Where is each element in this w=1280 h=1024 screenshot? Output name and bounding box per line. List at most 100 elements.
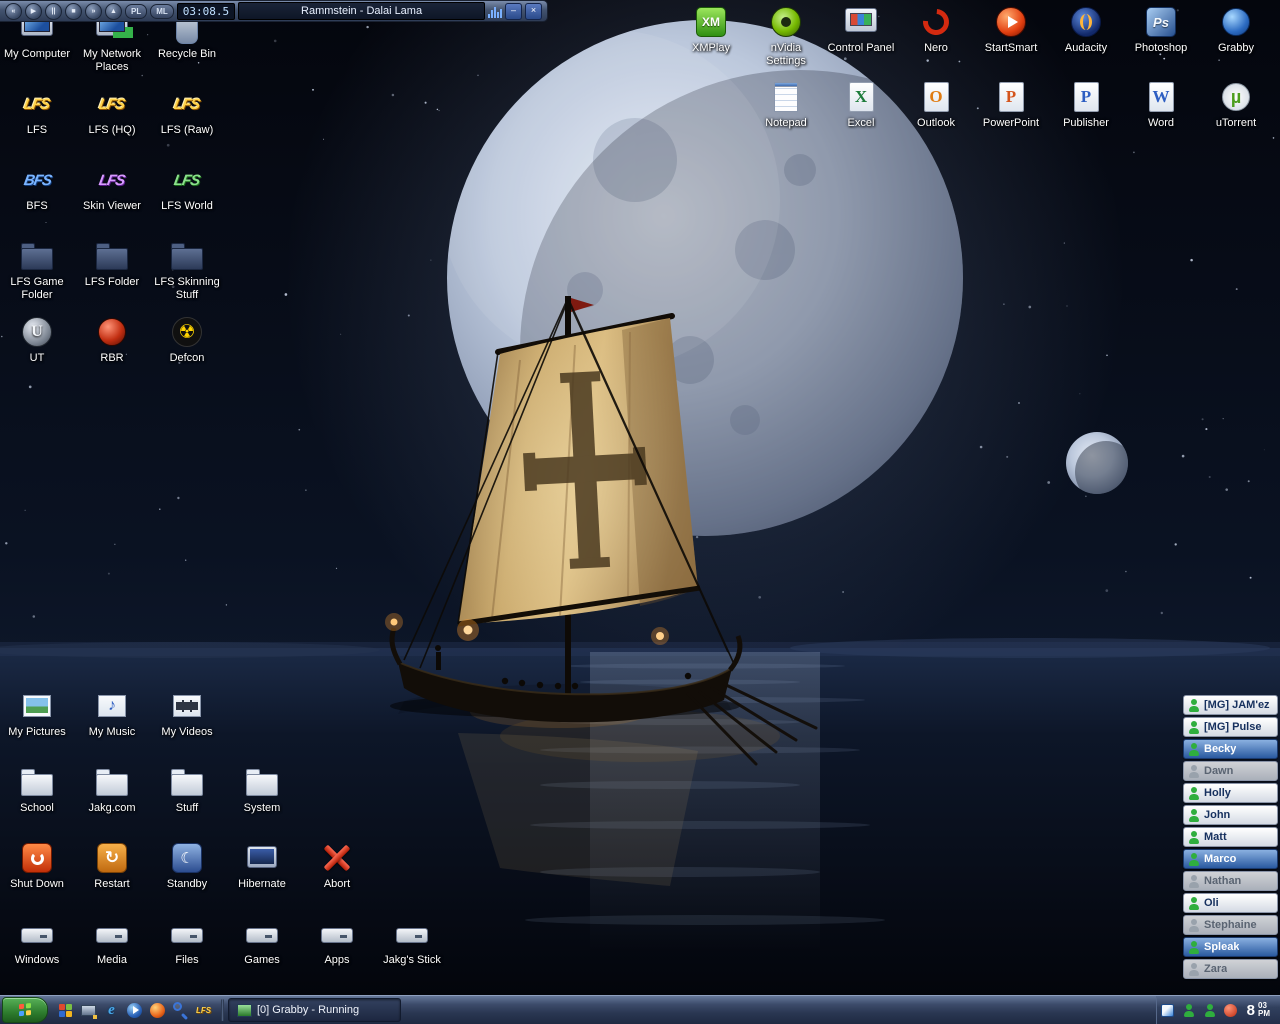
buddy-john[interactable]: John bbox=[1183, 805, 1278, 825]
buddy-mg-pulse[interactable]: [MG] Pulse bbox=[1183, 717, 1278, 737]
buddy-nathan[interactable]: Nathan bbox=[1183, 871, 1278, 891]
desktop-icon-windows[interactable]: Windows bbox=[1, 916, 73, 967]
desktop-icon-my-pictures[interactable]: My Pictures bbox=[1, 688, 73, 739]
desktop-icon-word[interactable]: W Word bbox=[1125, 79, 1197, 130]
desktop-icon-control-panel[interactable]: Control Panel bbox=[825, 4, 897, 55]
desktop-icon-media[interactable]: Media bbox=[76, 916, 148, 967]
next-button[interactable]: » bbox=[85, 2, 102, 20]
desktop-icon-powerpoint[interactable]: P PowerPoint bbox=[975, 79, 1047, 130]
desktop-icon-stuff[interactable]: Stuff bbox=[151, 764, 223, 815]
play-button[interactable]: ▶ bbox=[25, 2, 42, 20]
graphics-tray-icon[interactable] bbox=[1159, 1001, 1177, 1019]
buddy-becky[interactable]: Becky bbox=[1183, 739, 1278, 759]
previous-button[interactable]: « bbox=[5, 2, 22, 20]
track-title[interactable]: Rammstein - Dalai Lama bbox=[238, 2, 485, 20]
desktop-icon-utorrent[interactable]: µ uTorrent bbox=[1200, 79, 1272, 130]
buddy-spleak[interactable]: Spleak bbox=[1183, 937, 1278, 957]
desktop-icon-audacity[interactable]: Audacity bbox=[1050, 4, 1122, 55]
search-quicklaunch-icon[interactable] bbox=[170, 1000, 191, 1021]
desktop-icon-standby[interactable]: ☾ Standby bbox=[151, 840, 223, 891]
stop-button[interactable]: ■ bbox=[65, 2, 82, 20]
desktop-icon-skin-viewer[interactable]: LFS Skin Viewer bbox=[76, 162, 148, 213]
desktop-icon-jakg-s-stick[interactable]: Jakg's Stick bbox=[376, 916, 448, 967]
desktop-icon-files[interactable]: Files bbox=[151, 916, 223, 967]
desktop-icon-hibernate[interactable]: Hibernate bbox=[226, 840, 298, 891]
desktop-icon-restart[interactable]: ↻ Restart bbox=[76, 840, 148, 891]
grabby-icon bbox=[1218, 4, 1254, 40]
nero-icon bbox=[918, 4, 954, 40]
desktop-icon-outlook[interactable]: O Outlook bbox=[900, 79, 972, 130]
desktop-icon-defcon[interactable]: ☢ Defcon bbox=[151, 314, 223, 365]
desktop-icon-system[interactable]: System bbox=[226, 764, 298, 815]
desktop-icon-startsmart[interactable]: StartSmart bbox=[975, 4, 1047, 55]
icon-label: Control Panel bbox=[827, 42, 895, 54]
lfs-icon: LFS bbox=[94, 86, 130, 122]
desktop-icon-grabby[interactable]: Grabby bbox=[1200, 4, 1272, 55]
close-button[interactable]: × bbox=[525, 2, 542, 20]
minimize-button[interactable]: – bbox=[505, 2, 522, 20]
firefox-quicklaunch-icon[interactable] bbox=[147, 1000, 168, 1021]
desktop-icon-lfs-folder[interactable]: LFS Folder bbox=[76, 238, 148, 289]
desktop-icon-lfs-game-folder[interactable]: LFS Game Folder bbox=[1, 238, 73, 302]
desktop-icon-rbr[interactable]: RBR bbox=[76, 314, 148, 365]
alert-tray-icon[interactable] bbox=[1222, 1001, 1240, 1019]
desktop-icon-photoshop[interactable]: Ps Photoshop bbox=[1125, 4, 1197, 55]
desktop-icon-my-music[interactable]: ♪ My Music bbox=[76, 688, 148, 739]
icon-label: Recycle Bin bbox=[157, 48, 217, 60]
icon-glyph: LFS bbox=[97, 171, 127, 189]
pause-button[interactable]: || bbox=[45, 2, 62, 20]
desktop-icon-nvidia-settings[interactable]: nVidia Settings bbox=[750, 4, 822, 68]
desktop-icon-bfs[interactable]: BFS BFS bbox=[1, 162, 73, 213]
buddy-name: Marco bbox=[1204, 853, 1237, 865]
buddy-oli[interactable]: Oli bbox=[1183, 893, 1278, 913]
clock[interactable]: 8 03 PM bbox=[1243, 1002, 1278, 1019]
media-library-button[interactable]: ML bbox=[150, 3, 174, 19]
buddy-marco[interactable]: Marco bbox=[1183, 849, 1278, 869]
buddy-mg-jam-ez[interactable]: [MG] JAM'ez bbox=[1183, 695, 1278, 715]
desktop-icon-abort[interactable]: Abort bbox=[301, 840, 373, 891]
icon-label: My Videos bbox=[161, 726, 213, 738]
desktop-icon-jakg-com[interactable]: Jakg.com bbox=[76, 764, 148, 815]
show-desktop-quicklaunch-icon[interactable] bbox=[78, 1000, 99, 1021]
desktop-icon-lfs-raw[interactable]: LFS LFS (Raw) bbox=[151, 86, 223, 137]
desktop-icon-lfs[interactable]: LFS LFS bbox=[1, 86, 73, 137]
media-player-quicklaunch-icon[interactable] bbox=[124, 1000, 145, 1021]
eject-button[interactable]: ▲ bbox=[105, 2, 122, 20]
desktop-icon-publisher[interactable]: P Publisher bbox=[1050, 79, 1122, 130]
photoshop-icon: Ps bbox=[1143, 4, 1179, 40]
buddy-status-icon bbox=[1189, 699, 1199, 712]
playlist-button[interactable]: PL bbox=[125, 3, 148, 19]
desktop-icon-lfs-skinning-stuff[interactable]: LFS Skinning Stuff bbox=[151, 238, 223, 302]
xmplay-player[interactable]: « ▶ || ■ » ▲ PL ML 03:08.5 Rammstein - D… bbox=[0, 0, 548, 22]
buddy-zara[interactable]: Zara bbox=[1183, 959, 1278, 979]
start-button[interactable] bbox=[2, 997, 48, 1023]
desktop-icon-shut-down[interactable]: Shut Down bbox=[1, 840, 73, 891]
windows-quicklaunch-icon[interactable] bbox=[55, 1000, 76, 1021]
clock-hour: 8 bbox=[1246, 1001, 1255, 1019]
desktop-icon-apps[interactable]: Apps bbox=[301, 916, 373, 967]
drive-icon bbox=[169, 916, 205, 952]
desktop-icon-school[interactable]: School bbox=[1, 764, 73, 815]
icon-label: My Computer bbox=[3, 48, 71, 60]
lfs-quicklaunch-icon[interactable]: LFS bbox=[193, 1000, 214, 1021]
desktop-icon-my-videos[interactable]: My Videos bbox=[151, 688, 223, 739]
buddy-dawn[interactable]: Dawn bbox=[1183, 761, 1278, 781]
desktop-icon-lfs-world[interactable]: LFS LFS World bbox=[151, 162, 223, 213]
buddy-stephaine[interactable]: Stephaine bbox=[1183, 915, 1278, 935]
messenger-2-tray-icon[interactable] bbox=[1201, 1001, 1219, 1019]
messenger-tray-icon[interactable] bbox=[1180, 1001, 1198, 1019]
buddy-matt[interactable]: Matt bbox=[1183, 827, 1278, 847]
desktop-icon-xmplay[interactable]: XM XMPlay bbox=[675, 4, 747, 55]
internet-explorer-quicklaunch-icon[interactable]: e bbox=[101, 1000, 122, 1021]
desktop-icon-excel[interactable]: X Excel bbox=[825, 79, 897, 130]
desktop-icon-lfs-hq[interactable]: LFS LFS (HQ) bbox=[76, 86, 148, 137]
icon-label: XMPlay bbox=[692, 42, 730, 54]
desktop-icon-notepad[interactable]: Notepad bbox=[750, 79, 822, 130]
desktop-icon-games[interactable]: Games bbox=[226, 916, 298, 967]
icon-glyph: XM bbox=[702, 15, 720, 29]
desktop-icon-ut[interactable]: U UT bbox=[1, 314, 73, 365]
desktop-icon-nero[interactable]: Nero bbox=[900, 4, 972, 55]
task-label: [0] Grabby - Running bbox=[257, 1004, 360, 1016]
buddy-holly[interactable]: Holly bbox=[1183, 783, 1278, 803]
taskbar-task-grabby[interactable]: [0] Grabby - Running bbox=[228, 998, 401, 1022]
